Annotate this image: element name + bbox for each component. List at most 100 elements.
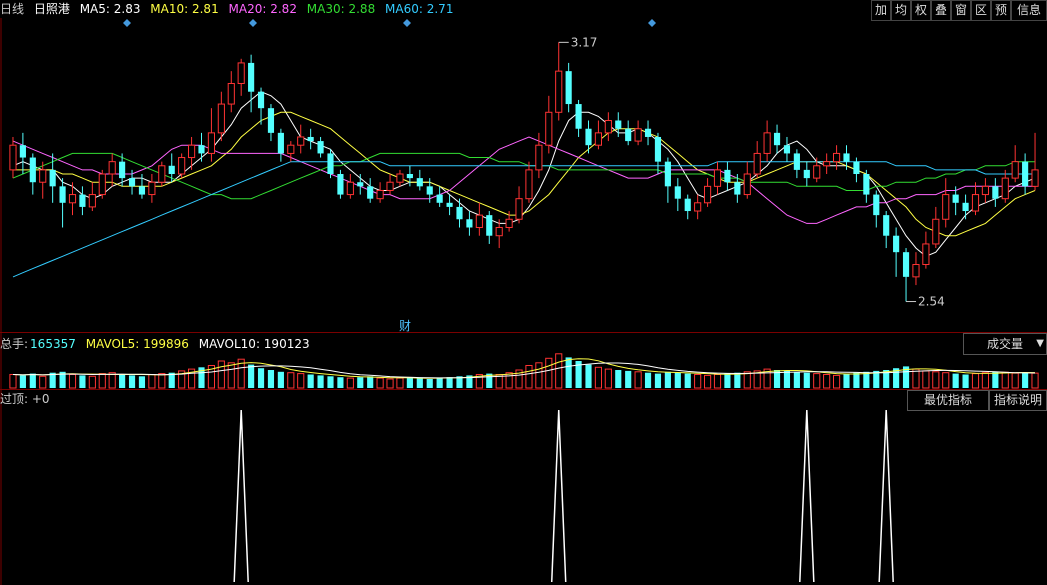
volume-bar: [644, 372, 652, 388]
volume-bar: [942, 372, 950, 389]
candle-body: [704, 185, 712, 204]
volume-bar: [217, 360, 225, 389]
volume-bar: [654, 373, 662, 388]
mavol10-line: [12, 362, 1036, 379]
volume-bar: [803, 372, 810, 388]
volume-bar: [704, 374, 712, 389]
volume-bar: [604, 368, 612, 389]
volume-bar: [446, 377, 453, 388]
candle-body: [138, 186, 146, 195]
best-indicator-button[interactable]: 最优指标: [907, 390, 989, 411]
candle-body: [594, 132, 602, 146]
candle-body: [148, 181, 156, 196]
candle-body: [406, 174, 413, 179]
volume-bar: [39, 375, 47, 389]
volume-bar: [98, 373, 106, 389]
kline-chart[interactable]: 3.17 2.54: [0, 0, 1047, 585]
high-price-label: 3.17: [571, 35, 598, 49]
volume-bar: [287, 372, 295, 389]
volume-bar: [436, 378, 443, 388]
volume-bar: [297, 373, 305, 389]
candle-body: [932, 218, 940, 245]
candle-body: [893, 235, 900, 253]
volume-bar: [1022, 372, 1029, 388]
volume-bar: [922, 370, 930, 389]
candle-body: [68, 194, 77, 204]
candle-body: [346, 181, 354, 196]
earnings-report-marker[interactable]: 财: [399, 317, 411, 334]
volume-bar: [793, 371, 800, 388]
candle-body: [604, 120, 612, 134]
volume-total-label: 总手:: [0, 337, 29, 351]
candle-body: [475, 214, 483, 228]
volume-bar: [615, 370, 622, 388]
ma-line-ma5: [12, 91, 1036, 257]
volume-bar: [713, 374, 722, 389]
candle-body: [664, 161, 671, 187]
indicator-spike: [550, 409, 567, 583]
volume-bar: [813, 373, 821, 389]
volume-bar: [981, 372, 989, 389]
candle-body: [525, 169, 533, 200]
volume-bar: [1001, 371, 1009, 389]
indicator-spike: [233, 409, 249, 583]
candle-body: [188, 144, 196, 159]
volume-bar: [585, 364, 592, 388]
candle-body: [535, 144, 543, 171]
candle-body: [416, 178, 423, 187]
candle-body: [207, 132, 215, 154]
indicator-help-button[interactable]: 指标说明: [989, 390, 1047, 411]
candle-body: [446, 202, 453, 207]
chevron-down-icon: ▼: [1036, 338, 1044, 349]
volume-bar: [952, 373, 959, 388]
candle-body: [49, 169, 56, 187]
candle-body: [168, 165, 175, 174]
candle-body: [545, 111, 553, 146]
volume-bar: [843, 373, 850, 388]
candle-body: [902, 252, 910, 277]
volume-bar: [823, 374, 831, 389]
low-price-label: 2.54: [918, 295, 945, 309]
candle-body: [19, 145, 26, 158]
volume-bar: [79, 375, 86, 388]
candle-body: [644, 128, 652, 137]
candle-body: [843, 153, 850, 162]
candle-body: [277, 132, 284, 154]
volume-bar: [932, 371, 940, 389]
volume-bar: [525, 365, 533, 389]
candle-body: [654, 136, 662, 162]
volume-bar: [248, 364, 255, 388]
candle-body: [39, 169, 47, 183]
candle-body: [684, 198, 691, 212]
candle-body: [743, 173, 751, 196]
candle-body: [119, 161, 126, 179]
candle-body: [386, 181, 394, 191]
indicator-spike: [878, 409, 894, 583]
candle-body: [486, 215, 493, 236]
panel-divider-price: [0, 332, 1047, 333]
volume-bar: [158, 373, 166, 389]
volume-bar: [357, 377, 364, 388]
volume-bar: [88, 375, 96, 389]
volume-bar: [426, 379, 433, 388]
volume-bar: [327, 376, 334, 388]
volume-bar: [386, 378, 394, 389]
volume-bar: [912, 368, 920, 389]
volume-bar: [724, 373, 731, 388]
candle-body: [634, 128, 642, 142]
indicator-selector[interactable]: 成交量 ▼: [963, 333, 1047, 355]
candle-body: [565, 71, 572, 105]
volume-total-value: 165357: [30, 337, 76, 351]
volume-header: 总手: 165357 MAVOL5: 199896 MAVOL10: 190123: [0, 336, 316, 352]
volume-bar: [1011, 372, 1019, 389]
volume-bar: [684, 373, 691, 388]
candle-body: [456, 206, 463, 220]
volume-bar: [664, 371, 671, 388]
candle-body: [971, 194, 980, 212]
candle-body: [307, 136, 314, 142]
candle-body: [287, 144, 295, 154]
volume-bar: [416, 378, 423, 388]
mavol10-label: MAVOL10: 190123: [198, 337, 310, 351]
ma-line-ma60: [12, 161, 1035, 278]
candle-body: [29, 157, 36, 183]
